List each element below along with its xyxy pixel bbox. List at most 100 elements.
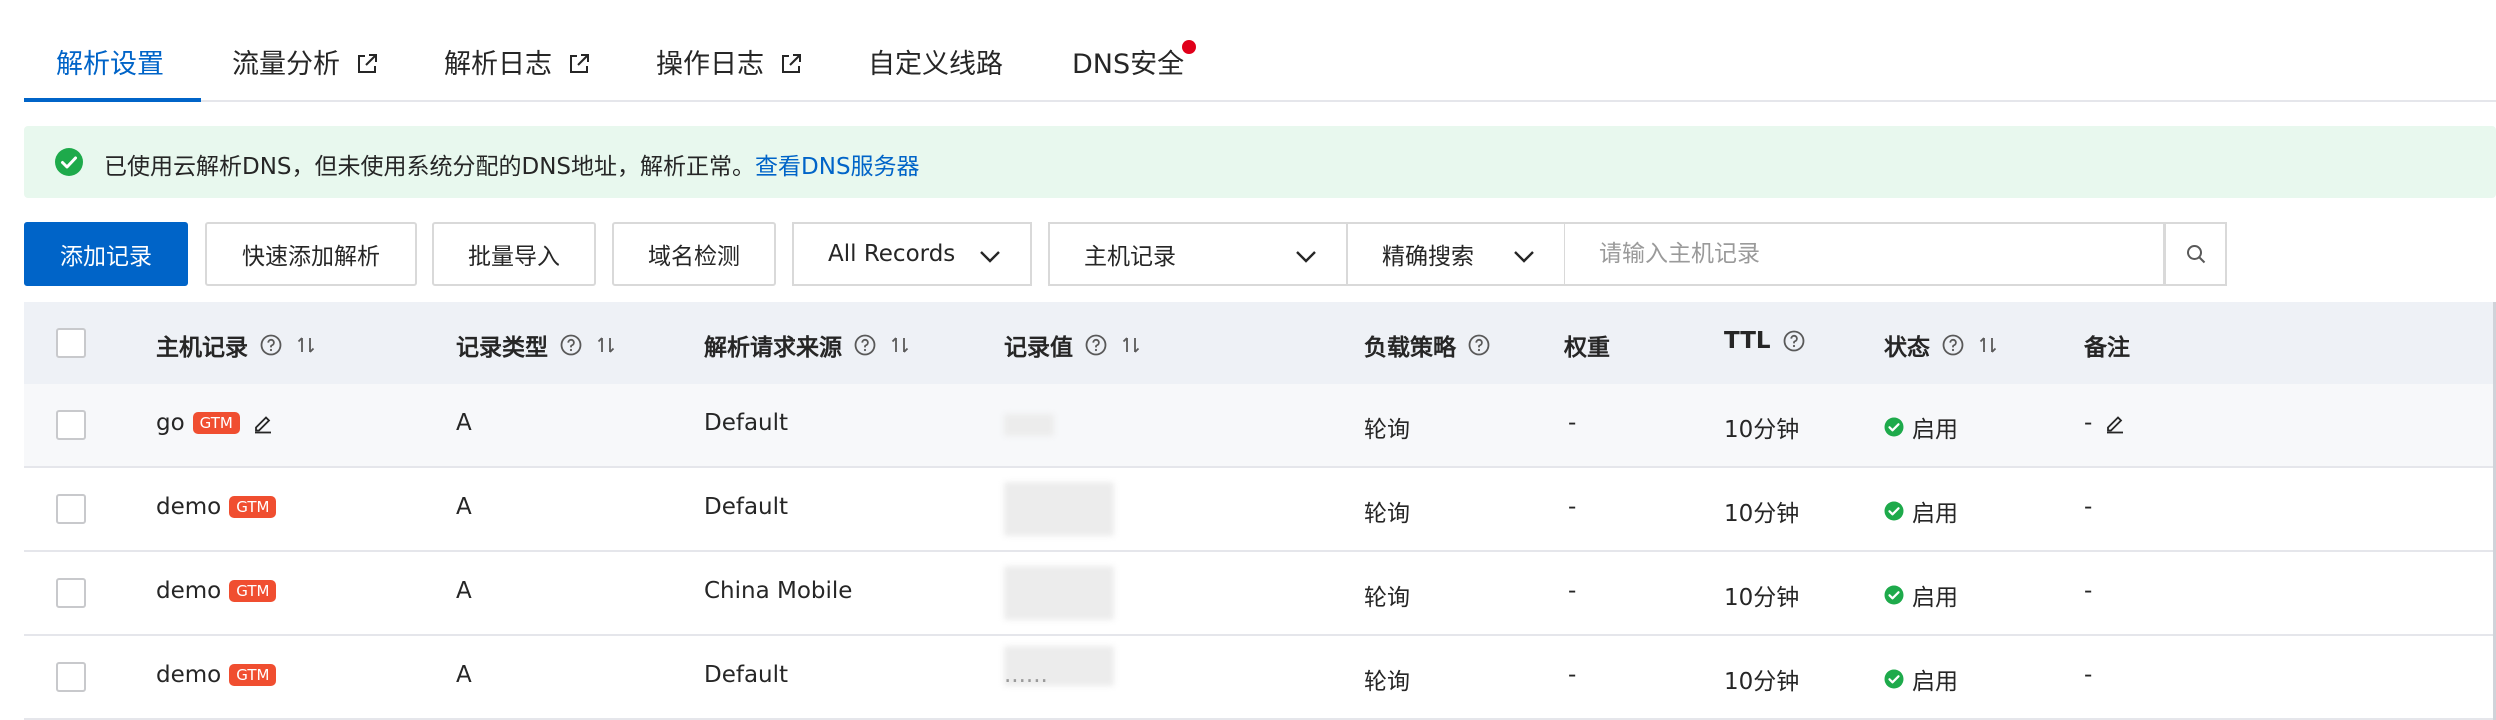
type-cell: A [456, 494, 472, 520]
policy-cell: 轮询 [1364, 669, 1410, 695]
sort-icon[interactable] [890, 335, 910, 355]
edit-icon[interactable] [2104, 412, 2126, 434]
sort-icon[interactable] [596, 335, 616, 355]
table-row[interactable]: demo GTM A Default 轮询 - 10分钟 启用 - [24, 468, 2496, 552]
header-source: 解析请求来源 [704, 328, 910, 362]
search-button[interactable] [2164, 222, 2227, 286]
table-header: 主机记录 记录类型 解析请求来源 记录值 负载策略 权重 TTL 状态 备注 [24, 302, 2496, 386]
sort-icon[interactable] [1121, 335, 1141, 355]
header-host: 主机记录 [156, 328, 316, 362]
chevron-down-icon [1514, 251, 1534, 263]
redacted-value [1004, 482, 1114, 536]
enabled-status-icon [1884, 585, 1904, 605]
ttl-cell: 10分钟 [1724, 501, 1800, 527]
search-icon [2186, 245, 2205, 264]
help-icon[interactable] [1085, 334, 1107, 356]
batch-import-button[interactable]: 批量导入 [432, 222, 596, 286]
tab-bar: 解析设置 流量分析 解析日志 操作日志 自定义线路 DNS安全 [24, 0, 2496, 102]
gtm-badge: GTM [229, 664, 277, 686]
source-cell: Default [704, 662, 789, 688]
external-link-icon [781, 54, 801, 73]
dns-status-alert: 已使用云解析DNS，但未使用系统分配的DNS地址，解析正常。查看DNS服务器 [24, 126, 2496, 198]
tab-resolution-log[interactable]: 解析日志 [444, 42, 591, 81]
host-cell: go GTM [156, 410, 274, 436]
weight-cell: - [1568, 662, 1577, 688]
tab-dns-settings[interactable]: 解析设置 [56, 42, 164, 81]
type-cell: A [456, 662, 472, 688]
add-record-button[interactable]: 添加记录 [24, 222, 188, 286]
header-type: 记录类型 [456, 328, 616, 362]
external-link-icon [569, 54, 589, 73]
policy-cell: 轮询 [1364, 585, 1410, 611]
source-cell: Default [704, 494, 789, 520]
chevron-down-icon [1296, 251, 1316, 263]
header-weight: 权重 [1564, 335, 1610, 361]
weight-cell: - [1568, 494, 1577, 520]
status-cell: 启用 [1884, 494, 1958, 528]
sort-icon[interactable] [296, 335, 316, 355]
header-policy: 负载策略 [1364, 328, 1490, 362]
edit-icon[interactable] [252, 412, 274, 434]
help-icon[interactable] [1468, 334, 1490, 356]
row-checkbox[interactable] [56, 578, 86, 608]
search-input[interactable] [1565, 222, 2165, 286]
tab-traffic-analysis[interactable]: 流量分析 [232, 42, 379, 81]
notification-dot [1182, 40, 1197, 54]
table-row[interactable]: demo GTM A China Mobile 轮询 - 10分钟 启用 - [24, 552, 2496, 636]
status-cell: 启用 [1884, 578, 1958, 612]
gtm-badge: GTM [229, 580, 277, 602]
enabled-status-icon [1884, 417, 1904, 437]
external-link-icon [357, 54, 377, 73]
header-ttl: TTL [1724, 328, 1805, 354]
remark-cell: - [2084, 494, 2093, 520]
header-remark: 备注 [2084, 335, 2130, 361]
table-row[interactable]: demo GTM A Default ...... 轮询 - 10分钟 启用 - [24, 636, 2496, 720]
ttl-cell: 10分钟 [1724, 417, 1800, 443]
select-all-checkbox[interactable] [56, 328, 86, 358]
help-icon[interactable] [1942, 334, 1964, 356]
weight-cell: - [1568, 578, 1577, 604]
domain-check-button[interactable]: 域名检测 [612, 222, 776, 286]
table-row[interactable]: go GTM A Default 轮询 - 10分钟 启用 - [24, 384, 2496, 468]
search-field-select[interactable]: 主机记录 [1048, 222, 1348, 286]
ttl-cell: 10分钟 [1724, 585, 1800, 611]
remark-cell: - [2084, 662, 2093, 688]
remark-cell: - [2084, 578, 2093, 604]
header-value: 记录值 [1004, 328, 1141, 362]
redacted-value [1004, 566, 1114, 620]
value-cell: ...... [1004, 662, 1048, 688]
type-cell: A [456, 578, 472, 604]
sort-icon[interactable] [1978, 335, 1998, 355]
help-icon[interactable] [260, 334, 282, 356]
quick-add-button[interactable]: 快速添加解析 [205, 222, 417, 286]
weight-cell: - [1568, 410, 1577, 436]
status-cell: 启用 [1884, 662, 1958, 696]
help-icon[interactable] [560, 334, 582, 356]
help-icon[interactable] [1783, 330, 1805, 352]
source-cell: Default [704, 410, 789, 436]
tab-operation-log[interactable]: 操作日志 [656, 42, 803, 81]
row-checkbox[interactable] [56, 494, 86, 524]
tab-dns-security[interactable]: DNS安全 [1072, 40, 1197, 81]
status-cell: 启用 [1884, 410, 1958, 444]
check-circle-icon [55, 148, 83, 176]
view-dns-servers-link[interactable]: 查看DNS服务器 [755, 154, 920, 180]
row-checkbox[interactable] [56, 410, 86, 440]
policy-cell: 轮询 [1364, 501, 1410, 527]
header-status: 状态 [1884, 328, 1998, 362]
host-cell: demo GTM [156, 494, 277, 520]
gtm-badge: GTM [229, 496, 277, 518]
remark-cell: - [2084, 410, 2126, 436]
gtm-badge: GTM [192, 412, 240, 434]
enabled-status-icon [1884, 669, 1904, 689]
redacted-value [1004, 414, 1054, 436]
active-tab-indicator [24, 98, 201, 102]
row-checkbox[interactable] [56, 662, 86, 692]
enabled-status-icon [1884, 501, 1904, 521]
help-icon[interactable] [854, 334, 876, 356]
tab-custom-line[interactable]: 自定义线路 [868, 42, 1003, 81]
record-filter-select[interactable]: All Records [792, 222, 1032, 286]
search-mode-select[interactable]: 精确搜索 [1346, 222, 1566, 286]
host-cell: demo GTM [156, 662, 277, 688]
source-cell: China Mobile [704, 578, 853, 604]
